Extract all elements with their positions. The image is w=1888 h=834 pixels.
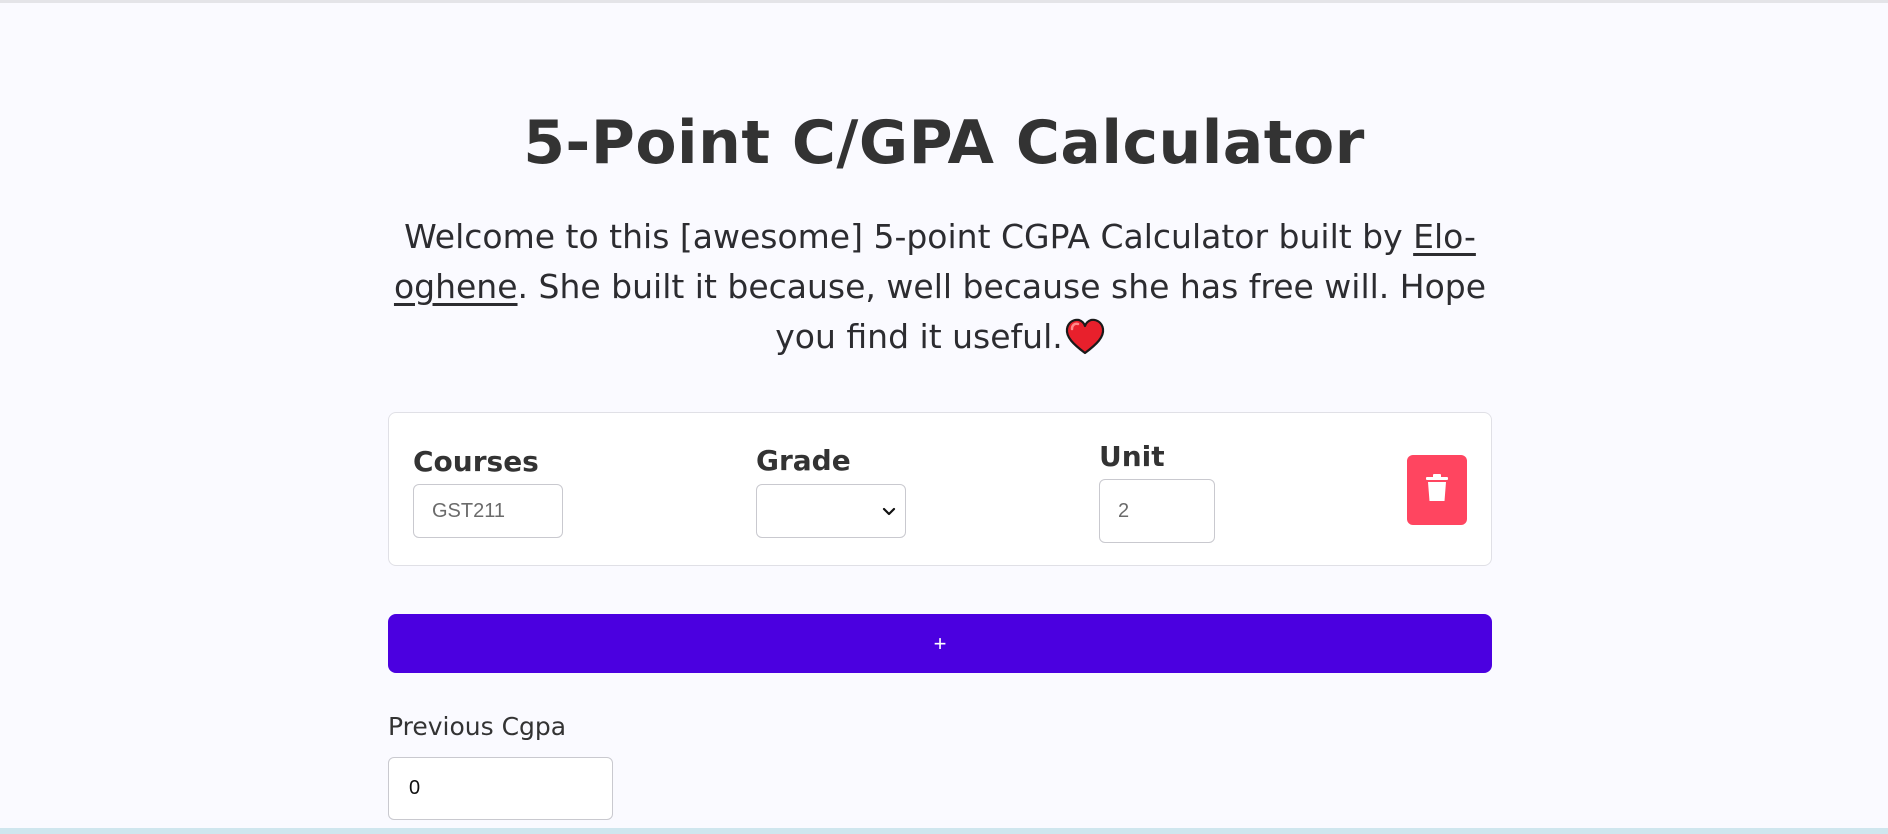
browser-top-edge xyxy=(0,0,1888,3)
bottom-edge-bar xyxy=(0,828,1888,834)
grade-label: Grade xyxy=(756,444,851,477)
unit-label: Unit xyxy=(1099,440,1165,473)
chevron-down-icon xyxy=(881,503,897,519)
intro-text: Welcome to this [awesome] 5-point CGPA C… xyxy=(380,212,1500,362)
add-course-button[interactable]: + xyxy=(388,614,1492,673)
intro-text-end: . She built it because, well because she… xyxy=(517,267,1487,356)
page-title: 5-Point C/GPA Calculator xyxy=(523,108,1365,178)
trash-icon xyxy=(1426,474,1448,506)
heart-icon xyxy=(1065,318,1105,356)
courses-label: Courses xyxy=(413,445,539,478)
course-code-input[interactable] xyxy=(413,484,563,538)
course-row-card: Courses Grade Unit xyxy=(388,412,1492,566)
delete-course-button[interactable] xyxy=(1407,455,1467,525)
previous-cgpa-label: Previous Cgpa xyxy=(388,712,567,741)
unit-input[interactable] xyxy=(1099,479,1215,543)
previous-cgpa-input[interactable] xyxy=(388,757,613,820)
grade-select[interactable] xyxy=(756,484,906,538)
intro-text-start: Welcome to this [awesome] 5-point CGPA C… xyxy=(404,217,1414,256)
